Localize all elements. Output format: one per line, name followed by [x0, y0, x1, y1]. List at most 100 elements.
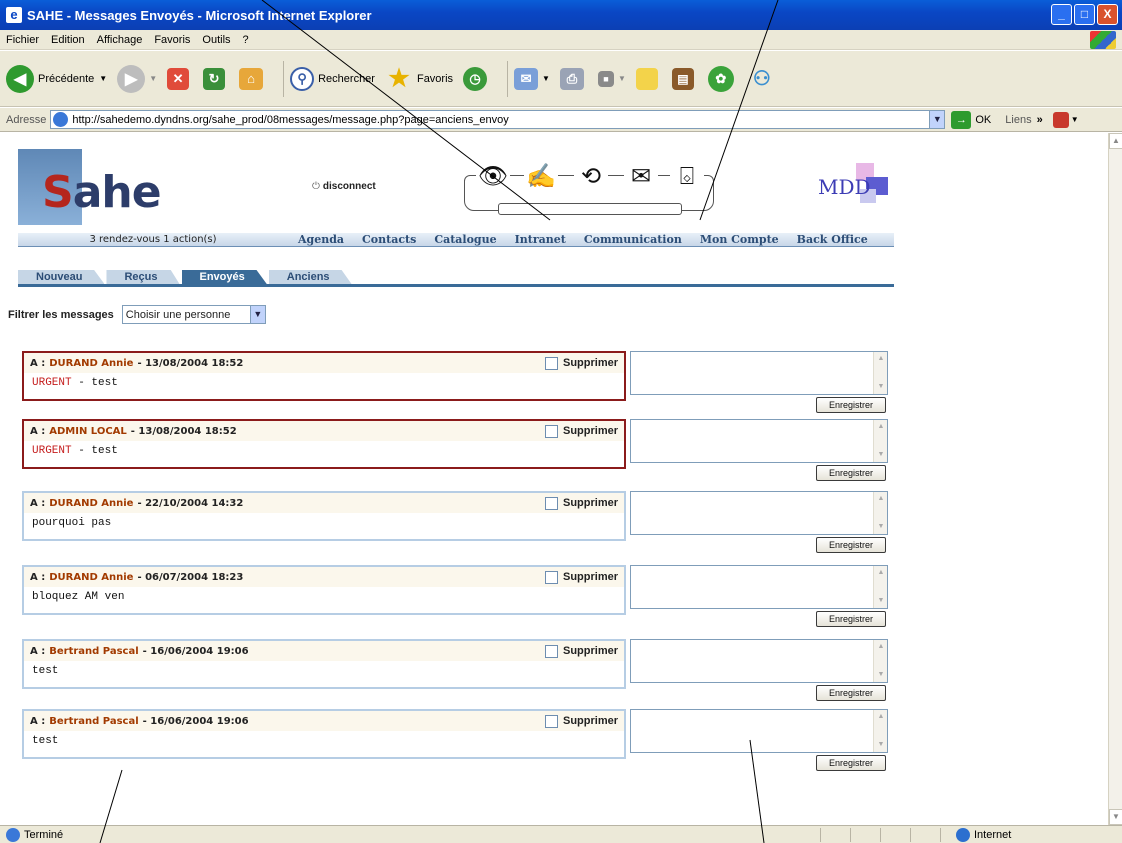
- menu-edition[interactable]: Edition: [51, 34, 85, 46]
- scroll-up-icon[interactable]: ▲: [874, 710, 888, 724]
- delete-checkbox[interactable]: Supprimer: [544, 496, 618, 510]
- scroll-up-icon[interactable]: ▲: [874, 566, 888, 580]
- back-button[interactable]: ◀ Précédente ▼: [6, 64, 107, 93]
- eye-icon[interactable]: 👁: [476, 163, 510, 191]
- search-button[interactable]: ⚲ Rechercher: [290, 66, 375, 91]
- chevron-down-icon[interactable]: ▼: [249, 306, 265, 323]
- textarea-scrollbar[interactable]: ▲ ▼: [873, 492, 887, 534]
- save-button[interactable]: Enregistrer: [816, 537, 886, 553]
- delete-checkbox[interactable]: Supprimer: [544, 570, 618, 584]
- scroll-up-icon[interactable]: ▲: [874, 352, 888, 366]
- reply-textarea[interactable]: ▲ ▼: [630, 419, 888, 463]
- delete-checkbox[interactable]: Supprimer: [544, 714, 618, 728]
- sahe-logo[interactable]: Sahe: [18, 149, 198, 225]
- recipient-name[interactable]: Bertrand Pascal: [49, 716, 138, 727]
- nav-intranet[interactable]: Intranet: [515, 233, 566, 246]
- favorites-button[interactable]: ★ Favoris: [385, 65, 453, 93]
- save-button[interactable]: Enregistrer: [816, 685, 886, 701]
- person-select[interactable]: Choisir une personne ▼: [121, 305, 266, 324]
- reply-textarea[interactable]: ▲ ▼: [630, 351, 888, 395]
- scroll-down-icon[interactable]: ▼: [1109, 809, 1122, 825]
- checkbox-box[interactable]: [544, 714, 558, 728]
- textarea-scrollbar[interactable]: ▲ ▼: [873, 710, 887, 752]
- recipient-name[interactable]: Bertrand Pascal: [49, 646, 138, 657]
- save-button[interactable]: Enregistrer: [816, 465, 886, 481]
- menu-outils[interactable]: Outils: [202, 34, 230, 46]
- delete-checkbox[interactable]: Supprimer: [544, 644, 618, 658]
- nav-agenda[interactable]: Agenda: [298, 233, 344, 246]
- nav-catalogue[interactable]: Catalogue: [434, 233, 496, 246]
- tab-envoyes[interactable]: Envoyés: [181, 270, 267, 284]
- menu-favoris[interactable]: Favoris: [154, 34, 190, 46]
- tab-nouveau[interactable]: Nouveau: [18, 270, 105, 284]
- delete-checkbox[interactable]: Supprimer: [544, 424, 618, 438]
- print-button[interactable]: ⎙: [559, 67, 588, 90]
- scroll-down-icon[interactable]: ▼: [874, 380, 888, 394]
- research-button[interactable]: ▤: [671, 67, 698, 90]
- notes-button[interactable]: [635, 67, 662, 90]
- go-button[interactable]: → OK: [951, 110, 991, 129]
- scroll-down-icon[interactable]: ▼: [874, 520, 888, 534]
- textarea-scrollbar[interactable]: ▲ ▼: [873, 352, 887, 394]
- stop-button[interactable]: ✕: [167, 67, 193, 90]
- reply-textarea[interactable]: ▲ ▼: [630, 639, 888, 683]
- checkbox-box[interactable]: [544, 570, 558, 584]
- refresh-button[interactable]: ↻: [203, 67, 229, 90]
- save-button[interactable]: Enregistrer: [816, 755, 886, 771]
- textarea-scrollbar[interactable]: ▲ ▼: [873, 566, 887, 608]
- history-button[interactable]: ◷: [463, 66, 491, 91]
- menu-affichage[interactable]: Affichage: [97, 34, 143, 46]
- nav-mon-compte[interactable]: Mon Compte: [700, 233, 779, 246]
- home-button[interactable]: ⌂: [239, 67, 267, 90]
- tab-anciens[interactable]: Anciens: [268, 270, 352, 284]
- save-button[interactable]: Enregistrer: [816, 397, 886, 413]
- address-input[interactable]: http://sahedemo.dyndns.org/sahe_prod/08m…: [50, 110, 931, 129]
- address-dropdown-icon[interactable]: ▼: [929, 110, 946, 129]
- pen-paper-icon[interactable]: ✍: [524, 163, 558, 191]
- checkbox-box[interactable]: [544, 644, 558, 658]
- scroll-down-icon[interactable]: ▼: [874, 594, 888, 608]
- delete-checkbox[interactable]: Supprimer: [544, 356, 618, 370]
- envelope-icon[interactable]: ✉: [624, 163, 658, 191]
- checkbox-box[interactable]: [544, 496, 558, 510]
- save-button[interactable]: Enregistrer: [816, 611, 886, 627]
- mail-dropdown-icon[interactable]: ▼: [542, 74, 550, 83]
- maximize-button[interactable]: □: [1074, 4, 1095, 25]
- scroll-up-icon[interactable]: ▲: [874, 420, 888, 434]
- pdf-dropdown-icon[interactable]: ▼: [1071, 115, 1079, 124]
- scroll-down-icon[interactable]: ▼: [874, 738, 888, 752]
- recipient-name[interactable]: DURAND Annie: [49, 358, 133, 369]
- checkbox-box[interactable]: [544, 356, 558, 370]
- scroll-up-icon[interactable]: ▲: [1109, 133, 1122, 149]
- edit-button[interactable]: ■ ▼: [597, 70, 626, 87]
- forward-button[interactable]: ▶ ▼: [117, 64, 157, 93]
- reply-textarea[interactable]: ▲ ▼: [630, 709, 888, 753]
- scroll-down-icon[interactable]: ▼: [874, 668, 888, 682]
- pdf-icon[interactable]: [1052, 111, 1069, 128]
- textarea-scrollbar[interactable]: ▲ ▼: [873, 420, 887, 462]
- messenger-button[interactable]: ✿: [707, 65, 738, 92]
- disconnect-link[interactable]: ⏻ disconnect: [312, 181, 376, 192]
- forward-dropdown-icon[interactable]: ▼: [149, 74, 157, 83]
- links-chevron-icon[interactable]: »: [1037, 114, 1043, 126]
- nav-back-office[interactable]: Back Office: [797, 233, 868, 246]
- scroll-up-icon[interactable]: ▲: [874, 640, 888, 654]
- edit-dropdown-icon[interactable]: ▼: [618, 74, 626, 83]
- reply-textarea[interactable]: ▲ ▼: [630, 565, 888, 609]
- mail-button[interactable]: ✉ ▼: [514, 67, 550, 90]
- textarea-scrollbar[interactable]: ▲ ▼: [873, 640, 887, 682]
- links-label[interactable]: Liens: [1005, 114, 1031, 126]
- nav-contacts[interactable]: Contacts: [362, 233, 416, 246]
- tab-recus[interactable]: Reçus: [106, 270, 180, 284]
- window-titlebar[interactable]: e SAHE - Messages Envoyés - Microsoft In…: [0, 0, 1122, 30]
- scroll-down-icon[interactable]: ▼: [874, 448, 888, 462]
- menu-fichier[interactable]: Fichier: [6, 34, 39, 46]
- sync-icon[interactable]: ⟲: [574, 163, 608, 191]
- minimize-button[interactable]: _: [1051, 4, 1072, 25]
- close-button[interactable]: X: [1097, 4, 1118, 25]
- recipient-name[interactable]: DURAND Annie: [49, 572, 133, 583]
- page-scrollbar[interactable]: ▲ ▼: [1108, 133, 1122, 825]
- back-dropdown-icon[interactable]: ▼: [99, 74, 107, 83]
- checkbox-box[interactable]: [544, 424, 558, 438]
- recipient-name[interactable]: ADMIN LOCAL: [49, 426, 127, 437]
